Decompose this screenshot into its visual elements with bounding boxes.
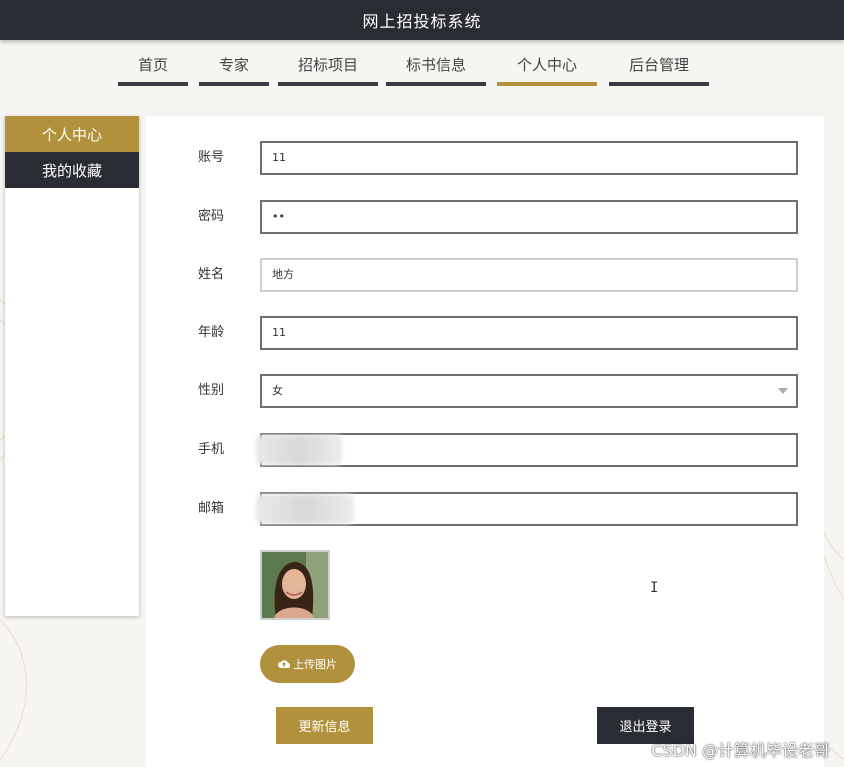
password-label: 密码: [198, 209, 225, 224]
upload-image-button[interactable]: 上传图片: [260, 645, 355, 683]
avatar-image: [262, 552, 328, 618]
gender-value: 女: [272, 384, 283, 397]
nav-item-personal-center[interactable]: 个人中心: [497, 48, 597, 86]
chevron-down-icon: [778, 388, 788, 394]
password-row: 密码 ••: [146, 200, 824, 234]
name-row: 姓名 地方: [146, 258, 824, 292]
nav-item-home[interactable]: 首页: [118, 48, 188, 86]
nav-label: 后台管理: [628, 56, 689, 74]
email-label: 邮箱: [198, 501, 225, 516]
account-row: 账号 11: [146, 141, 824, 175]
logout-label: 退出登录: [619, 720, 672, 735]
sidebar: 个人中心 我的收藏: [5, 116, 139, 616]
gender-label: 性别: [198, 383, 225, 398]
gender-select[interactable]: 女: [260, 374, 798, 408]
gender-row: 性别 女: [146, 374, 824, 408]
app-title: 网上招投标系统: [362, 12, 482, 31]
profile-form: 账号 11 密码 •• 姓名 地方 年龄 11 性别 女 手机 邮箱 上传图片 …: [146, 116, 824, 767]
nav-item-bid-info[interactable]: 标书信息: [386, 48, 486, 86]
email-row: 邮箱: [146, 492, 824, 526]
account-label: 账号: [198, 150, 225, 165]
phone-row: 手机: [146, 433, 824, 467]
phone-label: 手机: [198, 442, 225, 457]
sidebar-item-favorites[interactable]: 我的收藏: [5, 152, 139, 188]
password-input[interactable]: ••: [260, 200, 798, 234]
sidebar-item-personal-center[interactable]: 个人中心: [5, 116, 139, 152]
watermark: CSDN @计算机毕设老哥: [651, 741, 830, 760]
age-input[interactable]: 11: [260, 316, 798, 350]
main-nav: 首页 专家 招标项目 标书信息 个人中心 后台管理: [0, 48, 844, 88]
update-info-button[interactable]: 更新信息: [276, 707, 373, 744]
account-input[interactable]: 11: [260, 141, 798, 175]
nav-label: 个人中心: [516, 56, 577, 74]
cloud-upload-icon: [278, 660, 290, 668]
redaction-blur: [256, 435, 342, 465]
text-cursor-icon: I: [650, 580, 659, 596]
nav-label: 标书信息: [405, 56, 466, 74]
nav-label: 首页: [137, 56, 168, 74]
nav-item-experts[interactable]: 专家: [199, 48, 269, 86]
sidebar-item-label: 个人中心: [41, 125, 102, 144]
upload-label: 上传图片: [293, 658, 337, 671]
avatar: [260, 550, 330, 620]
age-row: 年龄 11: [146, 316, 824, 350]
sidebar-item-label: 我的收藏: [41, 161, 102, 180]
name-label: 姓名: [198, 267, 225, 282]
nav-item-admin[interactable]: 后台管理: [609, 48, 709, 86]
nav-label: 专家: [218, 56, 249, 74]
app-header: 网上招投标系统: [0, 0, 844, 40]
name-input[interactable]: 地方: [260, 258, 798, 292]
redaction-blur: [256, 494, 354, 524]
nav-label: 招标项目: [297, 56, 358, 74]
update-label: 更新信息: [298, 720, 351, 735]
nav-item-tender-projects[interactable]: 招标项目: [278, 48, 378, 86]
age-label: 年龄: [198, 325, 225, 340]
